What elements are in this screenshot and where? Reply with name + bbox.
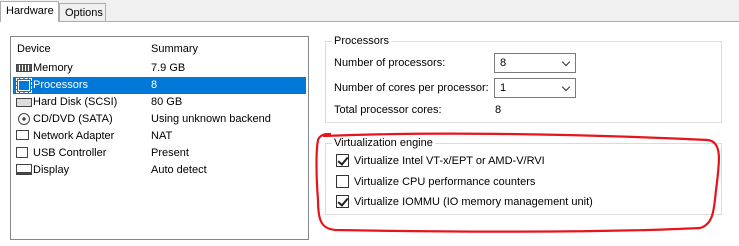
tab-hardware[interactable]: Hardware — [0, 1, 59, 22]
device-summary: 80 GB — [151, 96, 183, 108]
virtualization-engine-group: Virtualization engine Virtualize Intel V… — [325, 136, 722, 215]
processors-group: Processors Number of processors: 8 Numbe… — [325, 34, 722, 123]
chevron-down-icon — [561, 82, 571, 92]
processors-group-title: Processors — [332, 34, 392, 48]
device-summary: NAT — [151, 130, 173, 142]
device-summary: 8 — [151, 79, 158, 91]
cores-per-processor-select[interactable]: 1 — [494, 78, 576, 98]
device-column-header[interactable]: Device — [17, 42, 51, 56]
virtualize-iommu-checkbox[interactable] — [336, 195, 349, 208]
device-name: USB Controller — [33, 147, 107, 159]
device-row-hard-disk[interactable]: Hard Disk (SCSI) 80 GB — [13, 94, 306, 111]
device-name: Display — [33, 164, 70, 176]
device-row-display[interactable]: Display Auto detect — [13, 162, 306, 179]
tab-options[interactable]: Options — [59, 3, 106, 21]
chevron-down-icon — [561, 57, 571, 67]
virtualize-perf-counters-checkbox[interactable] — [336, 175, 349, 188]
device-row-usb-controller[interactable]: USB Controller Present — [13, 145, 306, 162]
hard-disk-icon — [16, 98, 32, 107]
usb-controller-icon — [16, 147, 28, 158]
num-processors-select[interactable]: 8 — [494, 53, 576, 73]
device-row-processors[interactable]: Processors 8 — [13, 77, 306, 94]
device-name: Hard Disk (SCSI) — [33, 96, 118, 108]
memory-icon — [16, 64, 32, 72]
display-icon — [16, 164, 32, 175]
virtualize-iommu-label: Virtualize IOMMU (IO memory management u… — [354, 196, 593, 208]
total-cores-label: Total processor cores: — [334, 104, 442, 116]
device-row-network-adapter[interactable]: Network Adapter NAT — [13, 128, 306, 145]
num-processors-value: 8 — [500, 57, 507, 69]
num-processors-label: Number of processors: — [334, 57, 446, 69]
device-row-memory[interactable]: Memory 7.9 GB — [13, 60, 306, 77]
device-list: Device Summary Memory 7.9 GB Processors … — [10, 36, 309, 240]
device-name: CD/DVD (SATA) — [33, 113, 113, 125]
cores-per-processor-label: Number of cores per processor: — [334, 82, 489, 94]
device-name: Network Adapter — [33, 130, 115, 142]
device-summary: 7.9 GB — [151, 62, 186, 74]
cd-dvd-icon — [18, 113, 30, 125]
virtualize-vtx-label: Virtualize Intel VT-x/EPT or AMD-V/RVI — [354, 155, 545, 167]
virtualize-perf-counters-label: Virtualize CPU performance counters — [354, 176, 536, 188]
cores-per-processor-value: 1 — [500, 82, 507, 94]
summary-column-header[interactable]: Summary — [151, 42, 198, 56]
virtualization-group-title: Virtualization engine — [332, 136, 435, 150]
network-adapter-icon — [16, 130, 29, 140]
device-name: Processors — [33, 79, 89, 91]
device-summary: Using unknown backend — [151, 113, 271, 125]
device-summary: Auto detect — [151, 164, 207, 176]
total-cores-value: 8 — [495, 104, 502, 116]
processor-icon — [16, 78, 32, 93]
virtualize-vtx-checkbox[interactable] — [336, 154, 349, 167]
device-row-cd-dvd[interactable]: CD/DVD (SATA) Using unknown backend — [13, 111, 306, 128]
device-summary: Present — [151, 147, 189, 159]
device-name: Memory — [33, 62, 73, 74]
